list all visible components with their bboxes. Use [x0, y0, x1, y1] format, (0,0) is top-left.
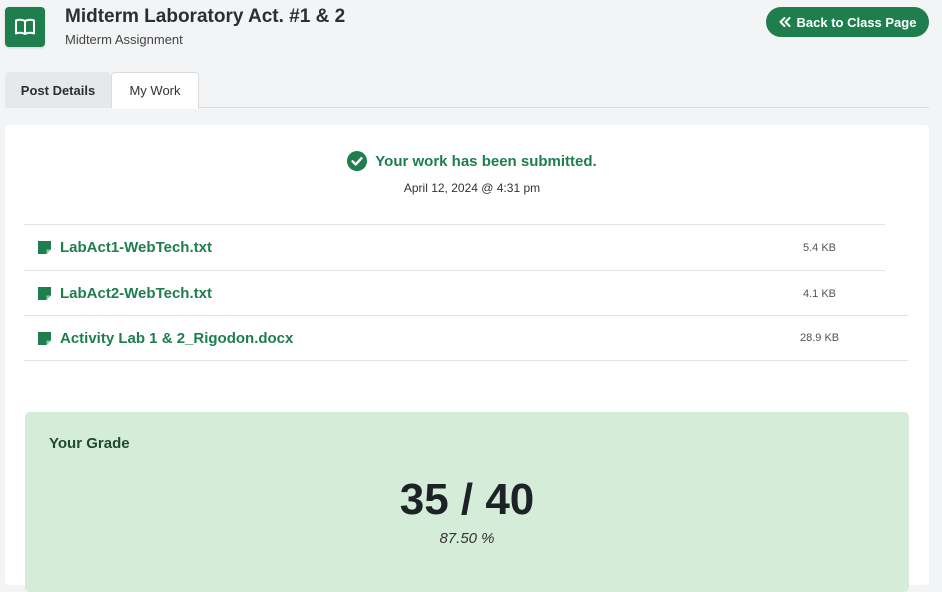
submission-status: Your work has been submitted. April 12, … [5, 151, 939, 195]
title-block: Midterm Laboratory Act. #1 & 2 Midterm A… [65, 6, 345, 47]
grade-percent: 87.50 % [439, 530, 495, 547]
file-item[interactable]: LabAct1-WebTech.txt 5.4 KB [24, 224, 885, 270]
double-chevron-left-icon [779, 17, 791, 27]
file-size: 5.4 KB [803, 241, 837, 254]
file-icon [38, 287, 51, 300]
file-name[interactable]: Activity Lab 1 & 2_Rigodon.docx [60, 330, 293, 347]
grade-label: Your Grade [49, 435, 130, 452]
my-work-card: Your work has been submitted. April 12, … [5, 125, 929, 592]
page-subtitle: Midterm Assignment [65, 32, 183, 47]
open-book-icon [15, 18, 35, 35]
file-size: 4.1 KB [803, 287, 837, 300]
file-item[interactable]: Activity Lab 1 & 2_Rigodon.docx 28.9 KB [24, 315, 908, 361]
file-icon [38, 331, 51, 345]
file-name[interactable]: LabAct2-WebTech.txt [60, 285, 212, 302]
grade-score: 35 / 40 [399, 475, 535, 524]
file-icon [38, 241, 51, 254]
app-icon [5, 7, 45, 47]
tab-my-work[interactable]: My Work [111, 72, 199, 109]
tab-bar: Post Details My Work [5, 72, 929, 109]
check-circle-icon [347, 151, 368, 171]
submission-status-line: Your work has been submitted. [347, 151, 597, 171]
tab-post-details[interactable]: Post Details [5, 72, 111, 108]
back-to-class-page-button[interactable]: Back to Class Page [766, 7, 929, 37]
submission-status-text: Your work has been submitted. [375, 152, 597, 170]
file-item[interactable]: LabAct2-WebTech.txt 4.1 KB [24, 270, 885, 316]
back-button-label: Back to Class Page [796, 14, 917, 30]
file-size: 28.9 KB [800, 332, 840, 344]
file-name[interactable]: LabAct1-WebTech.txt [60, 239, 212, 256]
page-title: Midterm Laboratory Act. #1 & 2 [65, 6, 346, 27]
grade-panel: Your Grade 35 / 40 87.50 % [25, 412, 909, 592]
submission-date: April 12, 2024 @ 4:31 pm [403, 181, 541, 195]
